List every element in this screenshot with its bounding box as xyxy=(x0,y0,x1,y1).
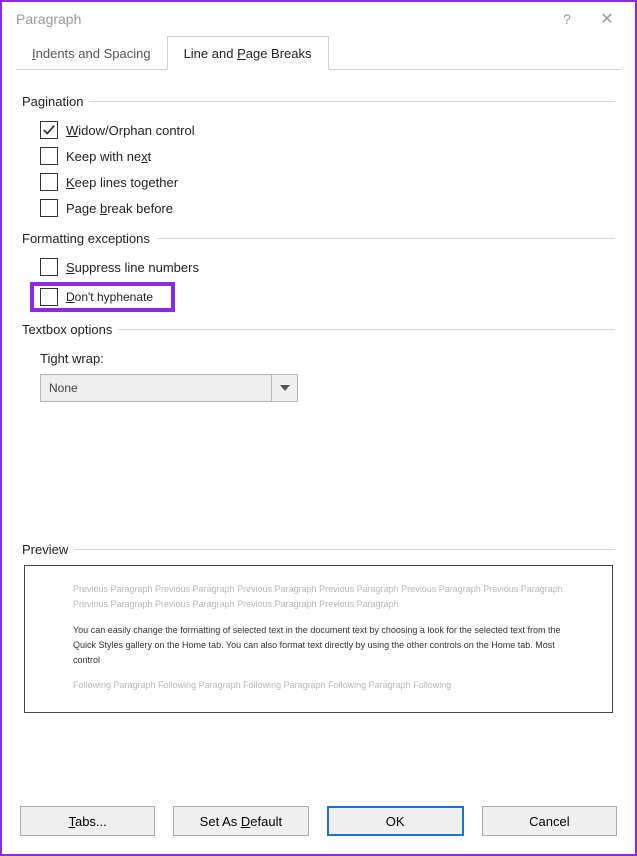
checkbox-icon xyxy=(40,199,58,217)
checkbox-widow-orphan[interactable]: Widow/Orphan control xyxy=(22,117,615,143)
checkbox-label: Suppress line numbers xyxy=(66,260,199,275)
tab-indents-spacing[interactable]: Indents and Spacing xyxy=(16,36,167,70)
ok-button[interactable]: OK xyxy=(327,806,464,836)
tab-line-page-breaks[interactable]: Line and Page Breaks xyxy=(167,36,329,70)
group-pagination: Pagination xyxy=(22,94,615,109)
checkbox-page-break-before[interactable]: Page break before xyxy=(22,195,615,221)
tight-wrap-select[interactable]: None xyxy=(40,374,298,402)
dialog-buttons: Tabs... Set As Default OK Cancel xyxy=(2,796,635,854)
preview-following-text: Following Paragraph Following Paragraph … xyxy=(73,678,564,693)
checkbox-suppress-line-numbers[interactable]: Suppress line numbers xyxy=(22,254,615,280)
checkbox-icon xyxy=(40,288,58,306)
checkbox-label: Keep with next xyxy=(66,149,151,164)
help-icon[interactable]: ? xyxy=(547,11,587,27)
close-icon[interactable]: ✕ xyxy=(587,9,627,29)
checkbox-keep-lines-together[interactable]: Keep lines together xyxy=(22,169,615,195)
set-as-default-button[interactable]: Set As Default xyxy=(173,806,308,836)
checkbox-dont-hyphenate[interactable]: Don't hyphenate xyxy=(30,282,175,312)
checkbox-icon xyxy=(40,258,58,276)
group-preview: Preview xyxy=(22,542,615,557)
checkbox-keep-with-next[interactable]: Keep with next xyxy=(22,143,615,169)
window-title: Paragraph xyxy=(16,11,547,27)
tab-strip: Indents and Spacing Line and Page Breaks xyxy=(2,36,635,70)
tabs-button[interactable]: Tabs... xyxy=(20,806,155,836)
group-formatting-exceptions: Formatting exceptions xyxy=(22,231,615,246)
chevron-down-icon[interactable] xyxy=(271,375,297,401)
group-textbox-options: Textbox options xyxy=(22,322,615,337)
checkbox-icon xyxy=(40,121,58,139)
tight-wrap-label: Tight wrap: xyxy=(22,345,615,370)
paragraph-dialog: Paragraph ? ✕ Indents and Spacing Line a… xyxy=(0,0,637,856)
preview-previous-text: Previous Paragraph Previous Paragraph Pr… xyxy=(73,582,564,613)
checkbox-label: Widow/Orphan control xyxy=(66,123,195,138)
preview-box: Previous Paragraph Previous Paragraph Pr… xyxy=(24,565,613,713)
checkbox-label: Keep lines together xyxy=(66,175,178,190)
checkbox-label: Page break before xyxy=(66,201,173,216)
tight-wrap-value: None xyxy=(41,375,271,401)
cancel-button[interactable]: Cancel xyxy=(482,806,617,836)
checkbox-label: Don't hyphenate xyxy=(66,290,153,304)
checkbox-icon xyxy=(40,173,58,191)
checkbox-icon xyxy=(40,147,58,165)
preview-sample-text: You can easily change the formatting of … xyxy=(73,623,564,669)
titlebar: Paragraph ? ✕ xyxy=(2,2,635,36)
tab-content: Pagination Widow/Orphan control Keep wit… xyxy=(2,70,635,796)
